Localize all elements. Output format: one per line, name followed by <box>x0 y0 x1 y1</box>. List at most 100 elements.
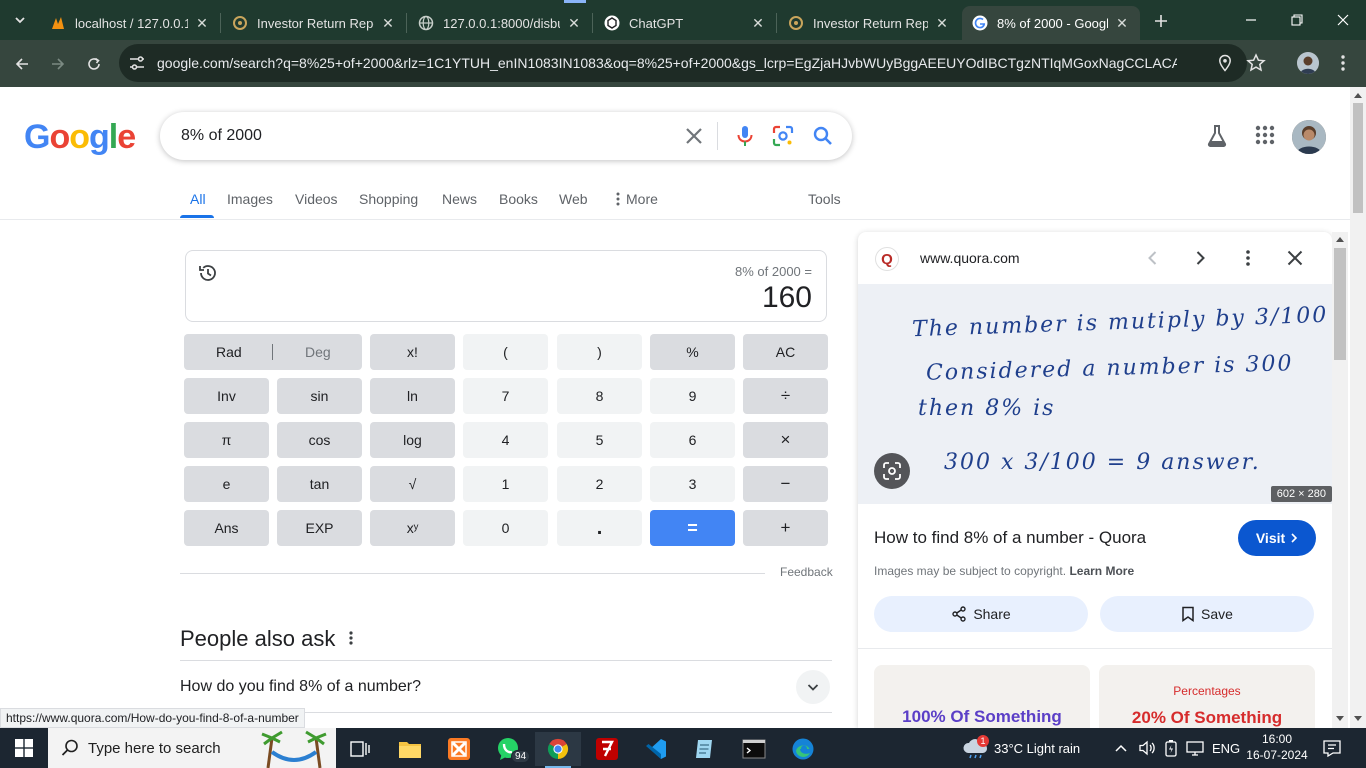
search-box[interactable]: 8% of 2000 <box>160 112 852 160</box>
browser-tab[interactable]: localhost / 127.0.0.1 / ✕ <box>40 6 220 40</box>
tab-close-icon[interactable]: ✕ <box>750 15 766 31</box>
browser-tab-active[interactable]: 8% of 2000 - Google ✕ <box>962 6 1140 40</box>
system-clock[interactable]: 16:00 16-07-2024 <box>1246 731 1308 763</box>
weather-widget[interactable]: 1 33°C Light rain <box>962 728 1080 768</box>
input-language[interactable]: ENG <box>1212 728 1240 768</box>
equals-key[interactable]: = <box>650 510 735 546</box>
log-key[interactable]: log <box>370 422 455 458</box>
learn-more-link[interactable]: Learn More <box>1069 564 1134 578</box>
digit-0-key[interactable]: 0 <box>463 510 548 546</box>
google-lens-icon[interactable] <box>771 124 795 148</box>
chevron-right-icon[interactable] <box>1190 248 1210 268</box>
browser-tab[interactable]: ChatGPT ✕ <box>594 6 776 40</box>
close-icon[interactable] <box>1285 248 1305 268</box>
divide-key[interactable]: ÷ <box>743 378 828 414</box>
search-input[interactable]: 8% of 2000 <box>181 127 262 145</box>
tab-images[interactable]: Images <box>227 191 273 207</box>
page-scrollbar-thumb[interactable] <box>1353 103 1363 213</box>
new-tab-button[interactable] <box>1148 8 1174 34</box>
voice-search-icon[interactable] <box>733 124 757 148</box>
plus-key[interactable]: + <box>743 510 828 546</box>
battery-button[interactable] <box>1163 728 1179 768</box>
scroll-up-icon[interactable] <box>1354 92 1362 98</box>
restore-button[interactable] <box>1274 0 1320 40</box>
forward-button[interactable] <box>44 50 72 78</box>
bookmark-star-icon[interactable] <box>1246 53 1266 73</box>
url-text[interactable]: google.com/search?q=8%25+of+2000&rlz=1C1… <box>157 55 1177 71</box>
digit-1-key[interactable]: 1 <box>463 466 548 502</box>
tab-close-icon[interactable]: ✕ <box>934 15 950 31</box>
tab-books[interactable]: Books <box>499 191 538 207</box>
tab-shopping[interactable]: Shopping <box>359 191 418 207</box>
tan-key[interactable]: tan <box>277 466 362 502</box>
digit-4-key[interactable]: 4 <box>463 422 548 458</box>
exp-key[interactable]: EXP <box>277 510 362 546</box>
tools-button[interactable]: Tools <box>808 191 841 207</box>
decimal-key[interactable]: . <box>557 510 642 546</box>
browser-menu-button[interactable] <box>1333 53 1353 73</box>
task-view-button[interactable] <box>337 732 383 766</box>
browser-tab[interactable]: 127.0.0.1:8000/disbur ✕ <box>408 6 592 40</box>
ln-key[interactable]: ln <box>370 378 455 414</box>
panel-scrollbar-thumb[interactable] <box>1334 248 1346 360</box>
close-window-button[interactable] <box>1320 0 1366 40</box>
preview-image[interactable]: The number is mutiply by 3/100 Considere… <box>858 284 1332 504</box>
save-button[interactable]: Save <box>1100 596 1314 632</box>
digit-8-key[interactable]: 8 <box>557 378 642 414</box>
rad-option[interactable]: Rad <box>216 344 242 360</box>
sqrt-key[interactable]: √ <box>370 466 455 502</box>
cos-key[interactable]: cos <box>277 422 362 458</box>
kebab-menu-icon[interactable] <box>345 630 357 646</box>
result-title[interactable]: How to find 8% of a number - Quora <box>874 528 1146 548</box>
profile-avatar[interactable] <box>1297 52 1319 74</box>
digit-6-key[interactable]: 6 <box>650 422 735 458</box>
power-key[interactable]: xʸ <box>370 510 455 546</box>
browser-tab[interactable]: Investor Return Repo ✕ <box>778 6 960 40</box>
network-button[interactable] <box>1186 728 1204 768</box>
euler-key[interactable]: e <box>184 466 269 502</box>
inverse-key[interactable]: Inv <box>184 378 269 414</box>
tab-close-icon[interactable]: ✕ <box>194 15 210 31</box>
deg-option[interactable]: Deg <box>305 344 331 360</box>
kebab-menu-icon[interactable] <box>1238 248 1258 268</box>
tab-close-icon[interactable]: ✕ <box>566 15 582 31</box>
digit-3-key[interactable]: 3 <box>650 466 735 502</box>
pi-key[interactable]: π <box>184 422 269 458</box>
lens-search-button[interactable] <box>874 453 910 489</box>
notepad-button[interactable] <box>682 732 728 766</box>
whatsapp-button[interactable]: 94 <box>485 732 531 766</box>
site-settings-icon[interactable] <box>127 53 147 73</box>
location-pin-icon[interactable] <box>1216 54 1234 72</box>
tab-videos[interactable]: Videos <box>295 191 338 207</box>
history-icon[interactable] <box>197 262 219 284</box>
factorial-key[interactable]: x! <box>370 334 455 370</box>
page-scrollbar[interactable] <box>1350 87 1366 728</box>
minimize-button[interactable] <box>1228 0 1274 40</box>
edge-button[interactable] <box>780 732 826 766</box>
google-logo[interactable]: Google <box>24 118 136 157</box>
open-paren-key[interactable]: ( <box>463 334 548 370</box>
answer-key[interactable]: Ans <box>184 510 269 546</box>
notifications-button[interactable] <box>1322 728 1342 768</box>
paa-expand-button[interactable] <box>796 670 830 704</box>
scroll-up-icon[interactable] <box>1336 236 1344 242</box>
panel-scrollbar[interactable] <box>1332 232 1348 728</box>
related-image-thumbnail[interactable]: Percentages 20% Of Something <box>1099 665 1315 728</box>
rad-deg-toggle[interactable]: Rad Deg <box>184 334 362 370</box>
close-paren-key[interactable]: ) <box>557 334 642 370</box>
address-bar[interactable]: google.com/search?q=8%25+of+2000&rlz=1C1… <box>119 44 1266 82</box>
filezilla-button[interactable] <box>584 732 630 766</box>
reload-button[interactable] <box>80 50 108 78</box>
clear-search-icon[interactable] <box>683 125 705 147</box>
visit-button[interactable]: Visit <box>1238 520 1316 556</box>
tab-more[interactable]: More <box>616 191 658 207</box>
tab-search-button[interactable] <box>6 8 34 32</box>
taskbar-search[interactable]: Type here to search <box>48 728 336 768</box>
terminal-button[interactable] <box>731 732 777 766</box>
percent-key[interactable]: % <box>650 334 735 370</box>
digit-2-key[interactable]: 2 <box>557 466 642 502</box>
digit-9-key[interactable]: 9 <box>650 378 735 414</box>
xampp-button[interactable] <box>436 732 482 766</box>
tab-close-icon[interactable]: ✕ <box>1114 15 1130 31</box>
show-hidden-icons-button[interactable] <box>1114 728 1128 768</box>
